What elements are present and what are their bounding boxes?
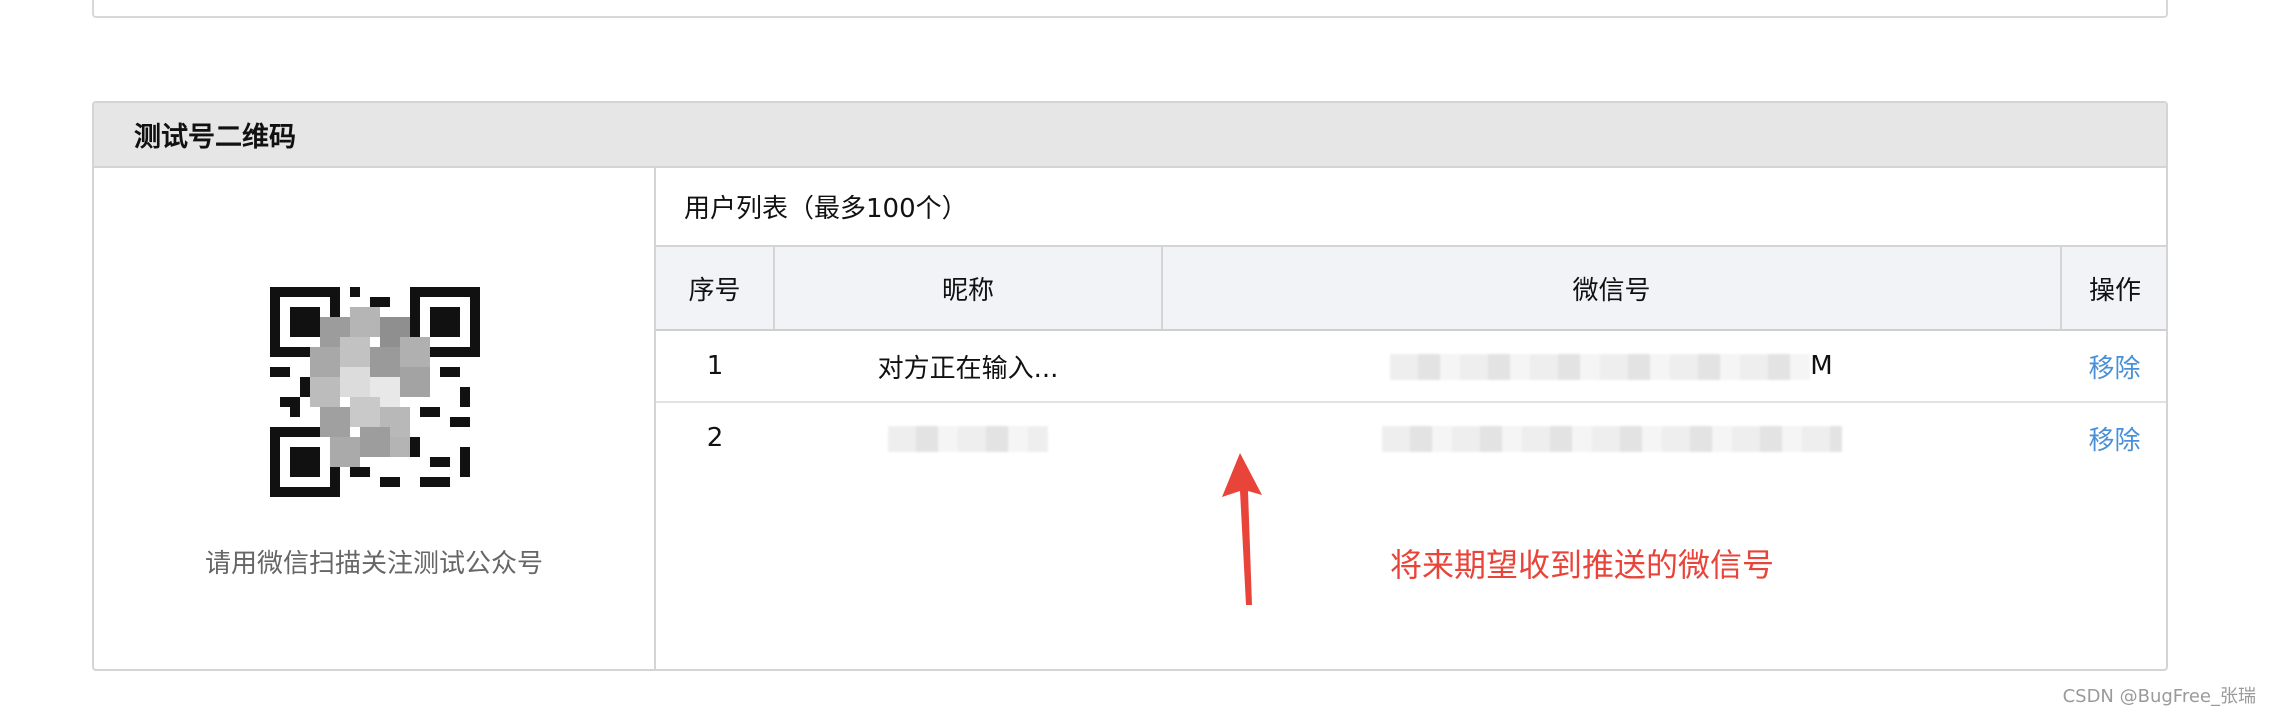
user-table: 序号 昵称 微信号 操作 1 对方正在输入... M 移除 2 移除 xyxy=(656,247,2166,473)
watermark: CSDN @BugFree_张瑞 xyxy=(2062,686,2256,707)
panel-title: 测试号二维码 xyxy=(94,103,2166,168)
row-index: 1 xyxy=(656,330,774,403)
table-row: 1 对方正在输入... M 移除 xyxy=(656,330,2166,403)
row-wechat-id: M xyxy=(1162,330,2061,403)
column-header-index: 序号 xyxy=(656,247,775,331)
redacted-wechat-id xyxy=(1390,353,1811,380)
row-nickname xyxy=(774,402,1162,473)
row-index: 2 xyxy=(706,423,724,453)
redacted-wechat-id xyxy=(1381,425,1842,452)
column-header-action: 操作 xyxy=(2061,247,2166,331)
previous-panel-bottom xyxy=(92,0,2168,18)
table-row: 2 移除 xyxy=(656,402,2166,473)
panel-body: 请用微信扫描关注测试公众号 用户列表（最多100个） 序号 昵称 微信号 操作 xyxy=(94,168,2166,669)
user-list-column: 用户列表（最多100个） 序号 昵称 微信号 操作 1 对方正在输入... M … xyxy=(656,168,2166,669)
remove-link[interactable]: 移除 xyxy=(2061,330,2166,403)
row-wechat-id xyxy=(1162,402,2061,473)
wechat-id-visible-tail: M xyxy=(1810,351,1833,381)
test-account-qrcode-panel: 测试号二维码 请用微信扫描关注测试公众号 用户列表（最多100个） 序号 昵称 … xyxy=(92,101,2168,671)
qrcode-image xyxy=(270,287,480,497)
column-header-wechat-id: 微信号 xyxy=(1162,247,2062,331)
table-header-row: 序号 昵称 微信号 操作 xyxy=(656,247,2166,331)
qrcode-column: 请用微信扫描关注测试公众号 xyxy=(94,168,656,669)
redacted-nickname xyxy=(888,425,1048,452)
user-list-title: 用户列表（最多100个） xyxy=(656,168,2166,247)
row-nickname: 对方正在输入... xyxy=(774,330,1162,403)
column-header-nickname: 昵称 xyxy=(774,247,1163,331)
remove-link[interactable]: 移除 xyxy=(2061,402,2166,473)
qrcode-caption: 请用微信扫描关注测试公众号 xyxy=(204,549,543,579)
annotation-arrow-icon xyxy=(1222,453,1262,605)
annotation-text: 将来期望收到推送的微信号 xyxy=(1390,546,1775,584)
